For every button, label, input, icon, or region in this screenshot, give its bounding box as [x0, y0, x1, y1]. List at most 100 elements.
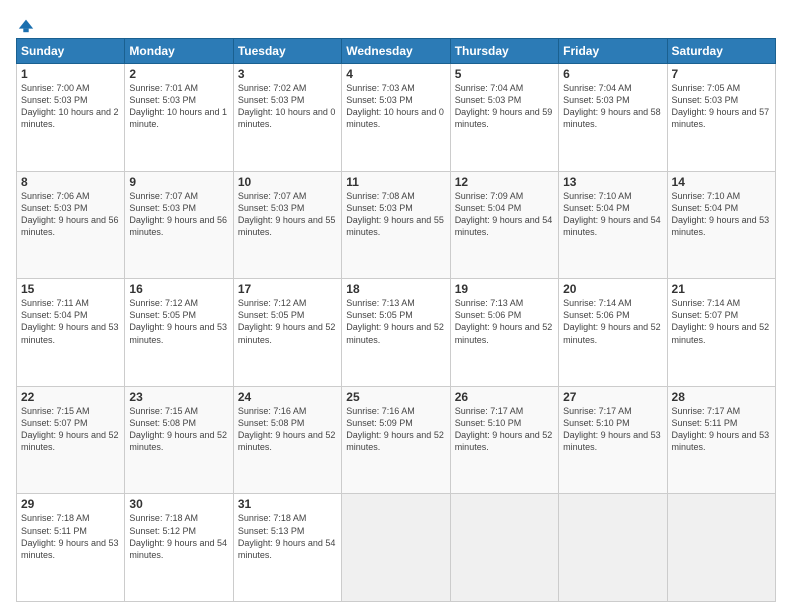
- day-number: 21: [672, 282, 771, 296]
- day-info: Sunrise: 7:14 AM Sunset: 5:07 PM Dayligh…: [672, 297, 771, 346]
- calendar-cell: 14 Sunrise: 7:10 AM Sunset: 5:04 PM Dayl…: [667, 171, 775, 279]
- calendar-cell: 9 Sunrise: 7:07 AM Sunset: 5:03 PM Dayli…: [125, 171, 233, 279]
- day-number: 11: [346, 175, 445, 189]
- calendar-cell: 12 Sunrise: 7:09 AM Sunset: 5:04 PM Dayl…: [450, 171, 558, 279]
- day-number: 20: [563, 282, 662, 296]
- day-info: Sunrise: 7:15 AM Sunset: 5:07 PM Dayligh…: [21, 405, 120, 454]
- weekday-header-row: SundayMondayTuesdayWednesdayThursdayFrid…: [17, 39, 776, 64]
- day-info: Sunrise: 7:00 AM Sunset: 5:03 PM Dayligh…: [21, 82, 120, 131]
- day-info: Sunrise: 7:17 AM Sunset: 5:10 PM Dayligh…: [455, 405, 554, 454]
- day-number: 17: [238, 282, 337, 296]
- calendar-cell: 27 Sunrise: 7:17 AM Sunset: 5:10 PM Dayl…: [559, 386, 667, 494]
- logo: [16, 12, 35, 32]
- day-info: Sunrise: 7:05 AM Sunset: 5:03 PM Dayligh…: [672, 82, 771, 131]
- weekday-header-thursday: Thursday: [450, 39, 558, 64]
- calendar-cell: 25 Sunrise: 7:16 AM Sunset: 5:09 PM Dayl…: [342, 386, 450, 494]
- day-number: 12: [455, 175, 554, 189]
- calendar-cell: [450, 494, 558, 602]
- calendar-cell: 2 Sunrise: 7:01 AM Sunset: 5:03 PM Dayli…: [125, 64, 233, 172]
- calendar-cell: 31 Sunrise: 7:18 AM Sunset: 5:13 PM Dayl…: [233, 494, 341, 602]
- day-info: Sunrise: 7:12 AM Sunset: 5:05 PM Dayligh…: [129, 297, 228, 346]
- day-info: Sunrise: 7:18 AM Sunset: 5:12 PM Dayligh…: [129, 512, 228, 561]
- day-info: Sunrise: 7:06 AM Sunset: 5:03 PM Dayligh…: [21, 190, 120, 239]
- day-info: Sunrise: 7:12 AM Sunset: 5:05 PM Dayligh…: [238, 297, 337, 346]
- day-info: Sunrise: 7:14 AM Sunset: 5:06 PM Dayligh…: [563, 297, 662, 346]
- calendar-cell: 30 Sunrise: 7:18 AM Sunset: 5:12 PM Dayl…: [125, 494, 233, 602]
- day-info: Sunrise: 7:16 AM Sunset: 5:09 PM Dayligh…: [346, 405, 445, 454]
- calendar-cell: 3 Sunrise: 7:02 AM Sunset: 5:03 PM Dayli…: [233, 64, 341, 172]
- day-number: 2: [129, 67, 228, 81]
- day-info: Sunrise: 7:08 AM Sunset: 5:03 PM Dayligh…: [346, 190, 445, 239]
- day-number: 16: [129, 282, 228, 296]
- day-info: Sunrise: 7:10 AM Sunset: 5:04 PM Dayligh…: [563, 190, 662, 239]
- day-number: 7: [672, 67, 771, 81]
- day-number: 15: [21, 282, 120, 296]
- day-info: Sunrise: 7:07 AM Sunset: 5:03 PM Dayligh…: [129, 190, 228, 239]
- header: [16, 12, 776, 32]
- weekday-header-tuesday: Tuesday: [233, 39, 341, 64]
- day-number: 13: [563, 175, 662, 189]
- calendar-cell: 29 Sunrise: 7:18 AM Sunset: 5:11 PM Dayl…: [17, 494, 125, 602]
- day-info: Sunrise: 7:07 AM Sunset: 5:03 PM Dayligh…: [238, 190, 337, 239]
- day-info: Sunrise: 7:17 AM Sunset: 5:11 PM Dayligh…: [672, 405, 771, 454]
- day-info: Sunrise: 7:01 AM Sunset: 5:03 PM Dayligh…: [129, 82, 228, 131]
- day-info: Sunrise: 7:13 AM Sunset: 5:05 PM Dayligh…: [346, 297, 445, 346]
- day-info: Sunrise: 7:13 AM Sunset: 5:06 PM Dayligh…: [455, 297, 554, 346]
- day-number: 5: [455, 67, 554, 81]
- calendar-cell: 19 Sunrise: 7:13 AM Sunset: 5:06 PM Dayl…: [450, 279, 558, 387]
- day-number: 14: [672, 175, 771, 189]
- week-row-2: 8 Sunrise: 7:06 AM Sunset: 5:03 PM Dayli…: [17, 171, 776, 279]
- calendar-cell: 10 Sunrise: 7:07 AM Sunset: 5:03 PM Dayl…: [233, 171, 341, 279]
- calendar-cell: 23 Sunrise: 7:15 AM Sunset: 5:08 PM Dayl…: [125, 386, 233, 494]
- day-number: 9: [129, 175, 228, 189]
- calendar-cell: 24 Sunrise: 7:16 AM Sunset: 5:08 PM Dayl…: [233, 386, 341, 494]
- day-number: 23: [129, 390, 228, 404]
- day-number: 24: [238, 390, 337, 404]
- weekday-header-monday: Monday: [125, 39, 233, 64]
- weekday-header-wednesday: Wednesday: [342, 39, 450, 64]
- day-number: 1: [21, 67, 120, 81]
- day-info: Sunrise: 7:02 AM Sunset: 5:03 PM Dayligh…: [238, 82, 337, 131]
- logo-text: [16, 16, 35, 34]
- calendar-table: SundayMondayTuesdayWednesdayThursdayFrid…: [16, 38, 776, 602]
- day-number: 10: [238, 175, 337, 189]
- day-number: 3: [238, 67, 337, 81]
- page: SundayMondayTuesdayWednesdayThursdayFrid…: [0, 0, 792, 612]
- calendar-cell: 22 Sunrise: 7:15 AM Sunset: 5:07 PM Dayl…: [17, 386, 125, 494]
- calendar-cell: 26 Sunrise: 7:17 AM Sunset: 5:10 PM Dayl…: [450, 386, 558, 494]
- weekday-header-friday: Friday: [559, 39, 667, 64]
- day-info: Sunrise: 7:11 AM Sunset: 5:04 PM Dayligh…: [21, 297, 120, 346]
- day-info: Sunrise: 7:17 AM Sunset: 5:10 PM Dayligh…: [563, 405, 662, 454]
- weekday-header-saturday: Saturday: [667, 39, 775, 64]
- calendar-cell: 18 Sunrise: 7:13 AM Sunset: 5:05 PM Dayl…: [342, 279, 450, 387]
- day-number: 6: [563, 67, 662, 81]
- calendar-cell: 6 Sunrise: 7:04 AM Sunset: 5:03 PM Dayli…: [559, 64, 667, 172]
- day-info: Sunrise: 7:18 AM Sunset: 5:11 PM Dayligh…: [21, 512, 120, 561]
- day-number: 26: [455, 390, 554, 404]
- day-info: Sunrise: 7:04 AM Sunset: 5:03 PM Dayligh…: [563, 82, 662, 131]
- calendar-cell: 1 Sunrise: 7:00 AM Sunset: 5:03 PM Dayli…: [17, 64, 125, 172]
- calendar-cell: [559, 494, 667, 602]
- day-number: 31: [238, 497, 337, 511]
- day-info: Sunrise: 7:18 AM Sunset: 5:13 PM Dayligh…: [238, 512, 337, 561]
- day-number: 25: [346, 390, 445, 404]
- calendar-cell: 8 Sunrise: 7:06 AM Sunset: 5:03 PM Dayli…: [17, 171, 125, 279]
- day-number: 28: [672, 390, 771, 404]
- calendar-cell: 7 Sunrise: 7:05 AM Sunset: 5:03 PM Dayli…: [667, 64, 775, 172]
- day-number: 22: [21, 390, 120, 404]
- calendar-cell: 17 Sunrise: 7:12 AM Sunset: 5:05 PM Dayl…: [233, 279, 341, 387]
- day-info: Sunrise: 7:09 AM Sunset: 5:04 PM Dayligh…: [455, 190, 554, 239]
- day-number: 19: [455, 282, 554, 296]
- day-info: Sunrise: 7:03 AM Sunset: 5:03 PM Dayligh…: [346, 82, 445, 131]
- calendar-cell: 21 Sunrise: 7:14 AM Sunset: 5:07 PM Dayl…: [667, 279, 775, 387]
- day-info: Sunrise: 7:10 AM Sunset: 5:04 PM Dayligh…: [672, 190, 771, 239]
- day-number: 27: [563, 390, 662, 404]
- day-info: Sunrise: 7:16 AM Sunset: 5:08 PM Dayligh…: [238, 405, 337, 454]
- day-number: 8: [21, 175, 120, 189]
- calendar-cell: [667, 494, 775, 602]
- day-number: 4: [346, 67, 445, 81]
- week-row-4: 22 Sunrise: 7:15 AM Sunset: 5:07 PM Dayl…: [17, 386, 776, 494]
- calendar-cell: 28 Sunrise: 7:17 AM Sunset: 5:11 PM Dayl…: [667, 386, 775, 494]
- calendar-cell: 11 Sunrise: 7:08 AM Sunset: 5:03 PM Dayl…: [342, 171, 450, 279]
- calendar-cell: 4 Sunrise: 7:03 AM Sunset: 5:03 PM Dayli…: [342, 64, 450, 172]
